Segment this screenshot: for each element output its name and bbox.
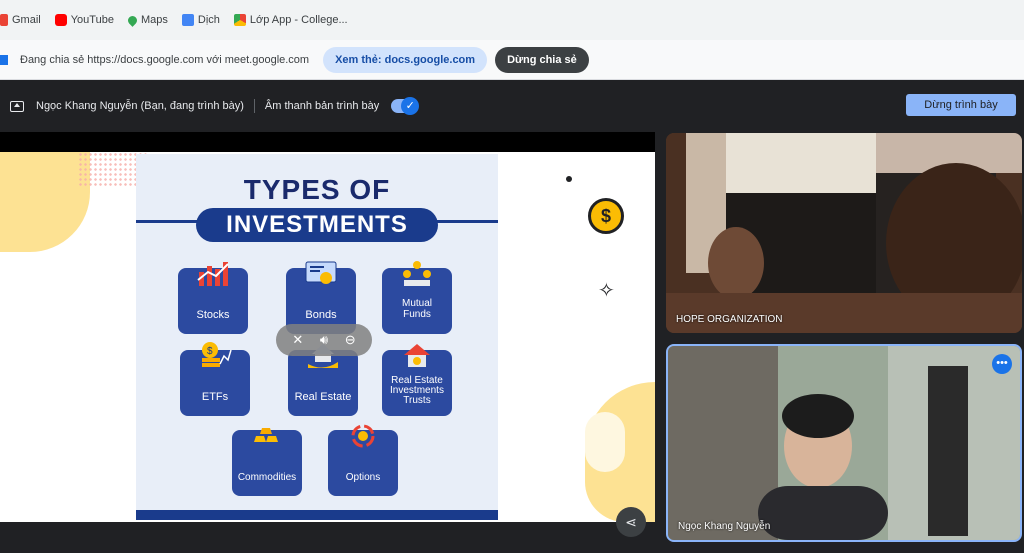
sharing-status-text: Đang chia sẻ https://docs.google.com với… [20, 53, 310, 66]
card-etfs: $ ETFs [180, 342, 250, 416]
card-label: Bonds [305, 309, 337, 321]
translate-icon [181, 14, 194, 26]
svg-text:$: $ [207, 346, 213, 357]
bookmark-translate[interactable]: Dịch [181, 14, 220, 26]
sparkle-icon: ✧ [598, 280, 615, 302]
participant-tile-self[interactable]: ••• Ngọc Khang Nguyễn [666, 344, 1022, 542]
card-label: Commodities [237, 472, 297, 483]
bookmark-label: Gmail [12, 14, 41, 26]
tab-sharing-banner: Đang chia sẻ https://docs.google.com với… [0, 40, 1024, 80]
presentation-audio-toggle[interactable]: ✓ [391, 97, 420, 115]
presentation-audio-label: Âm thanh bản trình bày [264, 100, 380, 112]
bookmark-youtube[interactable]: YouTube [54, 14, 114, 26]
investments-poster: TYPES OF INVESTMENTS Stocks Bonds Mutual… [136, 154, 498, 520]
reit-house-icon [404, 344, 430, 367]
share-options-button[interactable]: ⋖ [616, 507, 646, 537]
stop-sharing-button[interactable]: Dừng chia sẻ [495, 46, 589, 73]
shared-screen: $ ✧ TYPES OF INVESTMENTS Stocks Bonds Mu… [0, 132, 655, 537]
bookmark-maps[interactable]: Maps [126, 13, 168, 27]
card-commodities: Commodities [232, 428, 302, 496]
stocks-chart-icon [197, 262, 229, 286]
stop-presenting-button[interactable]: Dừng trình bày [906, 94, 1016, 116]
bookmark-lop-app[interactable]: Lớp App - College... [233, 14, 348, 26]
poster-footer-bar [136, 510, 498, 520]
divider [253, 99, 255, 113]
card-label: Stocks [196, 309, 230, 321]
youtube-icon [54, 14, 67, 26]
share-icon: ⋖ [625, 514, 637, 530]
mutual-funds-icon [403, 261, 431, 286]
options-cycle-icon [351, 424, 375, 448]
card-options: Options [328, 424, 398, 496]
mic-off-icon[interactable]: ✕ [292, 332, 303, 348]
dollar-coin-icon: $ [588, 198, 624, 234]
gmail-icon [0, 14, 8, 26]
bond-certificate-icon [305, 261, 337, 284]
bookmark-label: YouTube [70, 14, 114, 26]
participant-name: HOPE ORGANIZATION [676, 314, 783, 325]
bookmarks-bar: Gmail YouTube Maps Dịch Lớp App - Colleg… [0, 0, 1024, 40]
presentation-hover-controls: ✕ 🔊︎ ⊖ [276, 324, 372, 356]
gold-bars-icon [254, 428, 278, 442]
participant-tile-hope-organization[interactable]: HOPE ORGANIZATION [666, 133, 1022, 333]
participant-video [668, 346, 1020, 540]
sharing-indicator-icon [0, 54, 8, 65]
bookmark-label: Dịch [197, 14, 220, 26]
decor-blob [585, 412, 625, 472]
poster-subtitle: INVESTMENTS [196, 208, 438, 242]
decor-dot [566, 176, 572, 182]
present-screen-icon [10, 100, 24, 112]
view-tab-button[interactable]: Xem thẻ: docs.google.com [323, 46, 488, 73]
check-icon: ✓ [401, 97, 420, 115]
lop-app-icon [233, 14, 246, 26]
more-options-icon[interactable]: ••• [992, 354, 1012, 374]
card-stocks: Stocks [178, 262, 248, 334]
presenter-label: Ngọc Khang Nguyễn (Bạn, đang trình bày) [36, 100, 244, 112]
bookmark-label: Maps [140, 14, 168, 26]
participant-name: Ngọc Khang Nguyễn [678, 521, 771, 532]
slide-canvas: $ ✧ TYPES OF INVESTMENTS Stocks Bonds Mu… [0, 152, 655, 522]
maps-icon [126, 13, 139, 27]
bookmark-gmail[interactable]: Gmail [0, 14, 41, 26]
decor-blob [0, 152, 90, 252]
bookmark-label: Lớp App - College... [249, 14, 348, 26]
card-label: Mutual Funds [401, 298, 432, 320]
card-label: Options [345, 472, 381, 483]
presenting-bar: Ngọc Khang Nguyễn (Bạn, đang trình bày) … [0, 88, 1024, 124]
card-reits: Real Estate Investments Trusts [382, 344, 452, 416]
card-label: ETFs [201, 391, 229, 403]
participant-video [666, 133, 1022, 333]
remove-circle-icon[interactable]: ⊖ [345, 332, 356, 348]
card-label: Real Estate Investments Trusts [390, 375, 444, 406]
card-label: Real Estate [294, 391, 352, 403]
poster-title: TYPES OF [243, 174, 391, 205]
etf-coins-icon: $ [202, 342, 232, 367]
card-mutual-funds: Mutual Funds [382, 261, 452, 334]
volume-icon[interactable]: 🔊︎ [320, 332, 328, 348]
card-real-estate: Real Estate [288, 344, 358, 416]
